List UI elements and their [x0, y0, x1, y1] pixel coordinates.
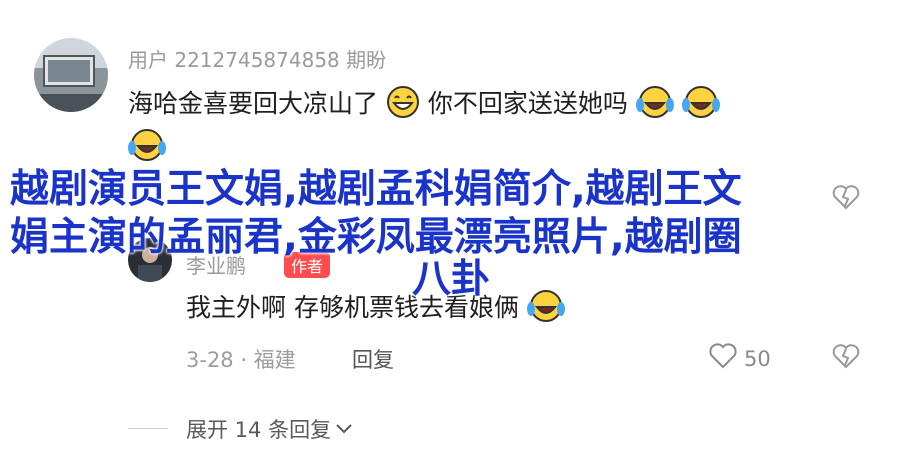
grin-emoji-icon: [386, 85, 420, 125]
chevron-down-icon: [335, 417, 353, 441]
cry-laugh-emoji-icon: [635, 85, 674, 125]
overlay-title: 越剧演员王文娟,越剧孟科娟简介,越剧王文 娟主演的孟丽君,金彩凤最漂亮照片,越剧…: [10, 166, 890, 304]
like-button[interactable]: 50: [708, 342, 771, 375]
heart-icon: [708, 342, 738, 375]
cry-laugh-emoji-icon: [128, 126, 166, 168]
overlay-title-line2: 娟主演的孟丽君,金彩凤最漂亮照片,越剧圈: [10, 215, 742, 260]
like-count: 50: [744, 346, 771, 371]
avatar-user-1[interactable]: [34, 38, 108, 112]
expand-divider: [128, 428, 168, 429]
comment-text-part2: 你不回家送送她吗: [427, 89, 628, 118]
comment-text-part1: 海哈金喜要回大凉山了: [128, 89, 379, 118]
expand-replies-button[interactable]: 展开 14 条回复: [186, 414, 353, 444]
reply-date-location: 3-28 · 福建: [186, 348, 296, 372]
dislike-icon[interactable]: [832, 342, 860, 374]
comment-text: 海哈金喜要回大凉山了 你不回家送送她吗: [128, 84, 720, 125]
reply-button[interactable]: 回复: [352, 344, 394, 374]
cry-laugh-emoji-icon: [681, 85, 720, 125]
overlay-title-line1: 越剧演员王文娟,越剧孟科娟简介,越剧王文: [10, 167, 742, 212]
expand-replies-label: 展开 14 条回复: [186, 418, 332, 442]
comment-username[interactable]: 用户 2212745874858 期盼: [128, 44, 386, 73]
overlay-title-line3: 八卦: [412, 257, 491, 302]
